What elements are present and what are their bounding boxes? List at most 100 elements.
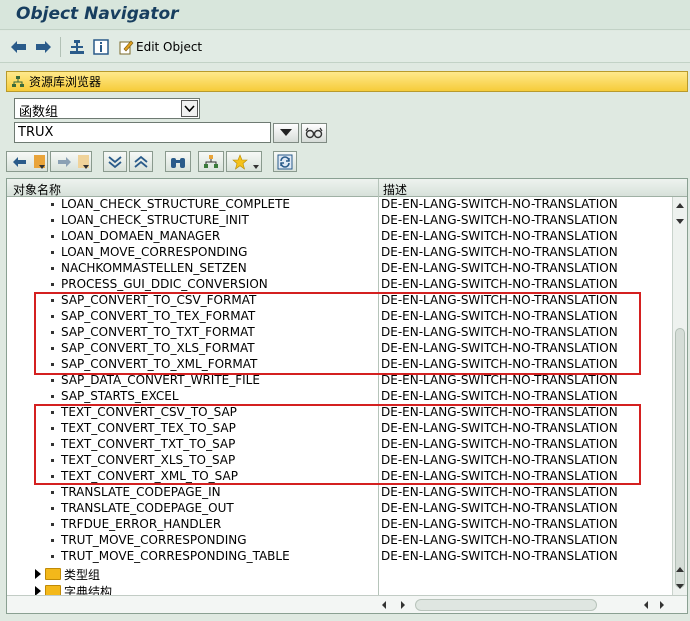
function-module-description: DE-EN-LANG-SWITCH-NO-TRANSLATION	[381, 261, 618, 275]
function-module-description: DE-EN-LANG-SWITCH-NO-TRANSLATION	[381, 533, 618, 547]
function-module-name[interactable]: TRFDUE_ERROR_HANDLER	[61, 517, 221, 531]
function-module-description: DE-EN-LANG-SWITCH-NO-TRANSLATION	[381, 389, 618, 403]
refresh-icon[interactable]	[273, 151, 297, 172]
folder-label: 字典结构	[64, 585, 113, 595]
tree-row[interactable]: SAP_DATA_CONVERT_WRITE_FILE DE-EN-LANG-SW…	[7, 373, 671, 389]
object-tree: 对象名称 描述 LOAN_CHECK_STRUCTURE_COMPLETE DE-…	[6, 178, 688, 614]
function-module-name[interactable]: TRUT_MOVE_CORRESPONDING	[61, 533, 247, 547]
object-name-input[interactable]	[15, 123, 270, 142]
function-module-name[interactable]: LOAN_CHECK_STRUCTURE_COMPLETE	[61, 197, 290, 211]
bullet-icon	[51, 523, 54, 526]
tree-structure-icon	[12, 75, 24, 87]
horizontal-scroll-thumb[interactable]	[415, 599, 597, 611]
next-object-button[interactable]	[50, 151, 92, 172]
tree-row[interactable]: TRUT_MOVE_CORRESPONDING_TABLE DE-EN-LANG-…	[7, 549, 671, 565]
horizontal-scrollbar[interactable]	[7, 595, 687, 613]
highlight-box-sap-convert	[34, 292, 641, 375]
tree-row[interactable]: LOAN_CHECK_STRUCTURE_COMPLETE DE-EN-LANG-…	[7, 197, 671, 213]
function-module-name[interactable]: PROCESS_GUI_DDIC_CONVERSION	[61, 277, 268, 291]
tree-row[interactable]: SAP_STARTS_EXCEL DE-EN-LANG-SWITCH-NO-TRA…	[7, 389, 671, 405]
scroll-up-icon[interactable]	[673, 563, 687, 577]
function-module-name[interactable]: TRANSLATE_CODEPAGE_IN	[61, 485, 221, 499]
edit-object-label: Edit Object	[136, 40, 203, 54]
tree-row[interactable]: LOAN_MOVE_CORRESPONDING DE-EN-LANG-SWITCH…	[7, 245, 671, 261]
tree-folder-dictionary-structures[interactable]: 字典结构	[7, 583, 377, 595]
function-module-description: DE-EN-LANG-SWITCH-NO-TRANSLATION	[381, 277, 618, 291]
function-module-name[interactable]: TRUT_MOVE_CORRESPONDING_TABLE	[61, 549, 290, 563]
folder-label: 类型组	[64, 568, 101, 582]
tree-row[interactable]: NACHKOMMASTELLEN_SETZEN DE-EN-LANG-SWITCH…	[7, 261, 671, 277]
folder-icon	[45, 568, 61, 580]
expand-arrow-icon[interactable]	[35, 569, 41, 579]
function-module-description: DE-EN-LANG-SWITCH-NO-TRANSLATION	[381, 373, 618, 387]
function-module-description: DE-EN-LANG-SWITCH-NO-TRANSLATION	[381, 549, 618, 563]
scroll-left-icon[interactable]	[379, 600, 389, 610]
tree-folder-type-groups[interactable]: 类型组	[7, 566, 377, 582]
column-header-object-name[interactable]: 对象名称	[13, 181, 61, 198]
function-module-description: DE-EN-LANG-SWITCH-NO-TRANSLATION	[381, 213, 618, 227]
bullet-icon	[51, 219, 54, 222]
favorites-button[interactable]	[226, 151, 262, 172]
hierarchy-icon[interactable]	[68, 37, 86, 57]
bullet-icon	[51, 555, 54, 558]
scroll-left-icon[interactable]	[641, 600, 651, 610]
function-module-description: DE-EN-LANG-SWITCH-NO-TRANSLATION	[381, 517, 618, 531]
highlight-box-text-convert	[34, 404, 641, 485]
function-module-description: DE-EN-LANG-SWITCH-NO-TRANSLATION	[381, 485, 618, 499]
previous-object-icon	[13, 156, 26, 167]
expand-icon[interactable]	[129, 151, 153, 172]
folder-icon	[45, 585, 61, 595]
scroll-thumb[interactable]	[675, 328, 685, 588]
bullet-icon	[51, 251, 54, 254]
function-module-name[interactable]: SAP_DATA_CONVERT_WRITE_FILE	[61, 373, 260, 387]
application-toolbar: Edit Object	[0, 31, 690, 63]
previous-object-button[interactable]	[6, 151, 48, 172]
object-type-value: 函数组	[19, 105, 59, 120]
find-icon[interactable]	[165, 151, 191, 172]
function-module-name[interactable]: LOAN_CHECK_STRUCTURE_INIT	[61, 213, 249, 227]
column-header-description[interactable]: 描述	[383, 181, 407, 198]
tree-row[interactable]: LOAN_CHECK_STRUCTURE_INIT DE-EN-LANG-SWIT…	[7, 213, 671, 229]
info-icon[interactable]	[92, 37, 110, 57]
expand-arrow-icon[interactable]	[35, 586, 41, 595]
bullet-icon	[51, 267, 54, 270]
navigation-toolbar	[6, 151, 306, 173]
dropdown-icon[interactable]	[273, 123, 299, 143]
tree-row[interactable]: TRANSLATE_CODEPAGE_IN DE-EN-LANG-SWITCH-N…	[7, 485, 671, 501]
object-name-field[interactable]	[14, 122, 271, 143]
bullet-icon	[51, 395, 54, 398]
edit-object-button[interactable]: Edit Object	[118, 37, 204, 57]
function-module-name[interactable]: LOAN_MOVE_CORRESPONDING	[61, 245, 247, 259]
glasses-icon[interactable]	[301, 123, 327, 143]
function-module-name[interactable]: NACHKOMMASTELLEN_SETZEN	[61, 261, 247, 275]
function-module-description: DE-EN-LANG-SWITCH-NO-TRANSLATION	[381, 245, 618, 259]
vertical-scrollbar[interactable]	[672, 197, 687, 595]
window-title: Object Navigator	[16, 4, 179, 24]
tree-row[interactable]: LOAN_DOMAEN_MANAGER DE-EN-LANG-SWITCH-NO-…	[7, 229, 671, 245]
bullet-icon	[51, 491, 54, 494]
scroll-right-icon[interactable]	[657, 600, 667, 610]
repository-browser-label: 资源库浏览器	[29, 75, 102, 89]
scroll-down-icon[interactable]	[673, 214, 687, 228]
bullet-icon	[51, 235, 54, 238]
tree-row[interactable]: TRFDUE_ERROR_HANDLER DE-EN-LANG-SWITCH-NO…	[7, 517, 671, 533]
chevron-down-icon[interactable]	[181, 100, 198, 117]
tree-icon[interactable]	[198, 151, 224, 172]
scroll-up-icon[interactable]	[673, 199, 687, 213]
function-module-name[interactable]: SAP_STARTS_EXCEL	[61, 389, 179, 403]
bullet-icon	[51, 379, 54, 382]
tree-row[interactable]: PROCESS_GUI_DDIC_CONVERSION DE-EN-LANG-SW…	[7, 277, 671, 293]
forward-icon[interactable]	[34, 37, 52, 57]
back-icon[interactable]	[10, 37, 28, 57]
scroll-right-icon[interactable]	[398, 600, 408, 610]
function-module-name[interactable]: TRANSLATE_CODEPAGE_OUT	[61, 501, 234, 515]
object-type-select[interactable]: 函数组	[14, 98, 200, 120]
function-module-name[interactable]: LOAN_DOMAEN_MANAGER	[61, 229, 220, 243]
tree-row[interactable]: TRANSLATE_CODEPAGE_OUT DE-EN-LANG-SWITCH-…	[7, 501, 671, 517]
edit-object-icon	[119, 40, 134, 55]
tree-header: 对象名称 描述	[7, 179, 687, 197]
tree-row[interactable]: TRUT_MOVE_CORRESPONDING DE-EN-LANG-SWITCH…	[7, 533, 671, 549]
title-bar: Object Navigator	[0, 0, 690, 30]
scroll-down-icon[interactable]	[673, 579, 687, 593]
collapse-icon[interactable]	[103, 151, 127, 172]
